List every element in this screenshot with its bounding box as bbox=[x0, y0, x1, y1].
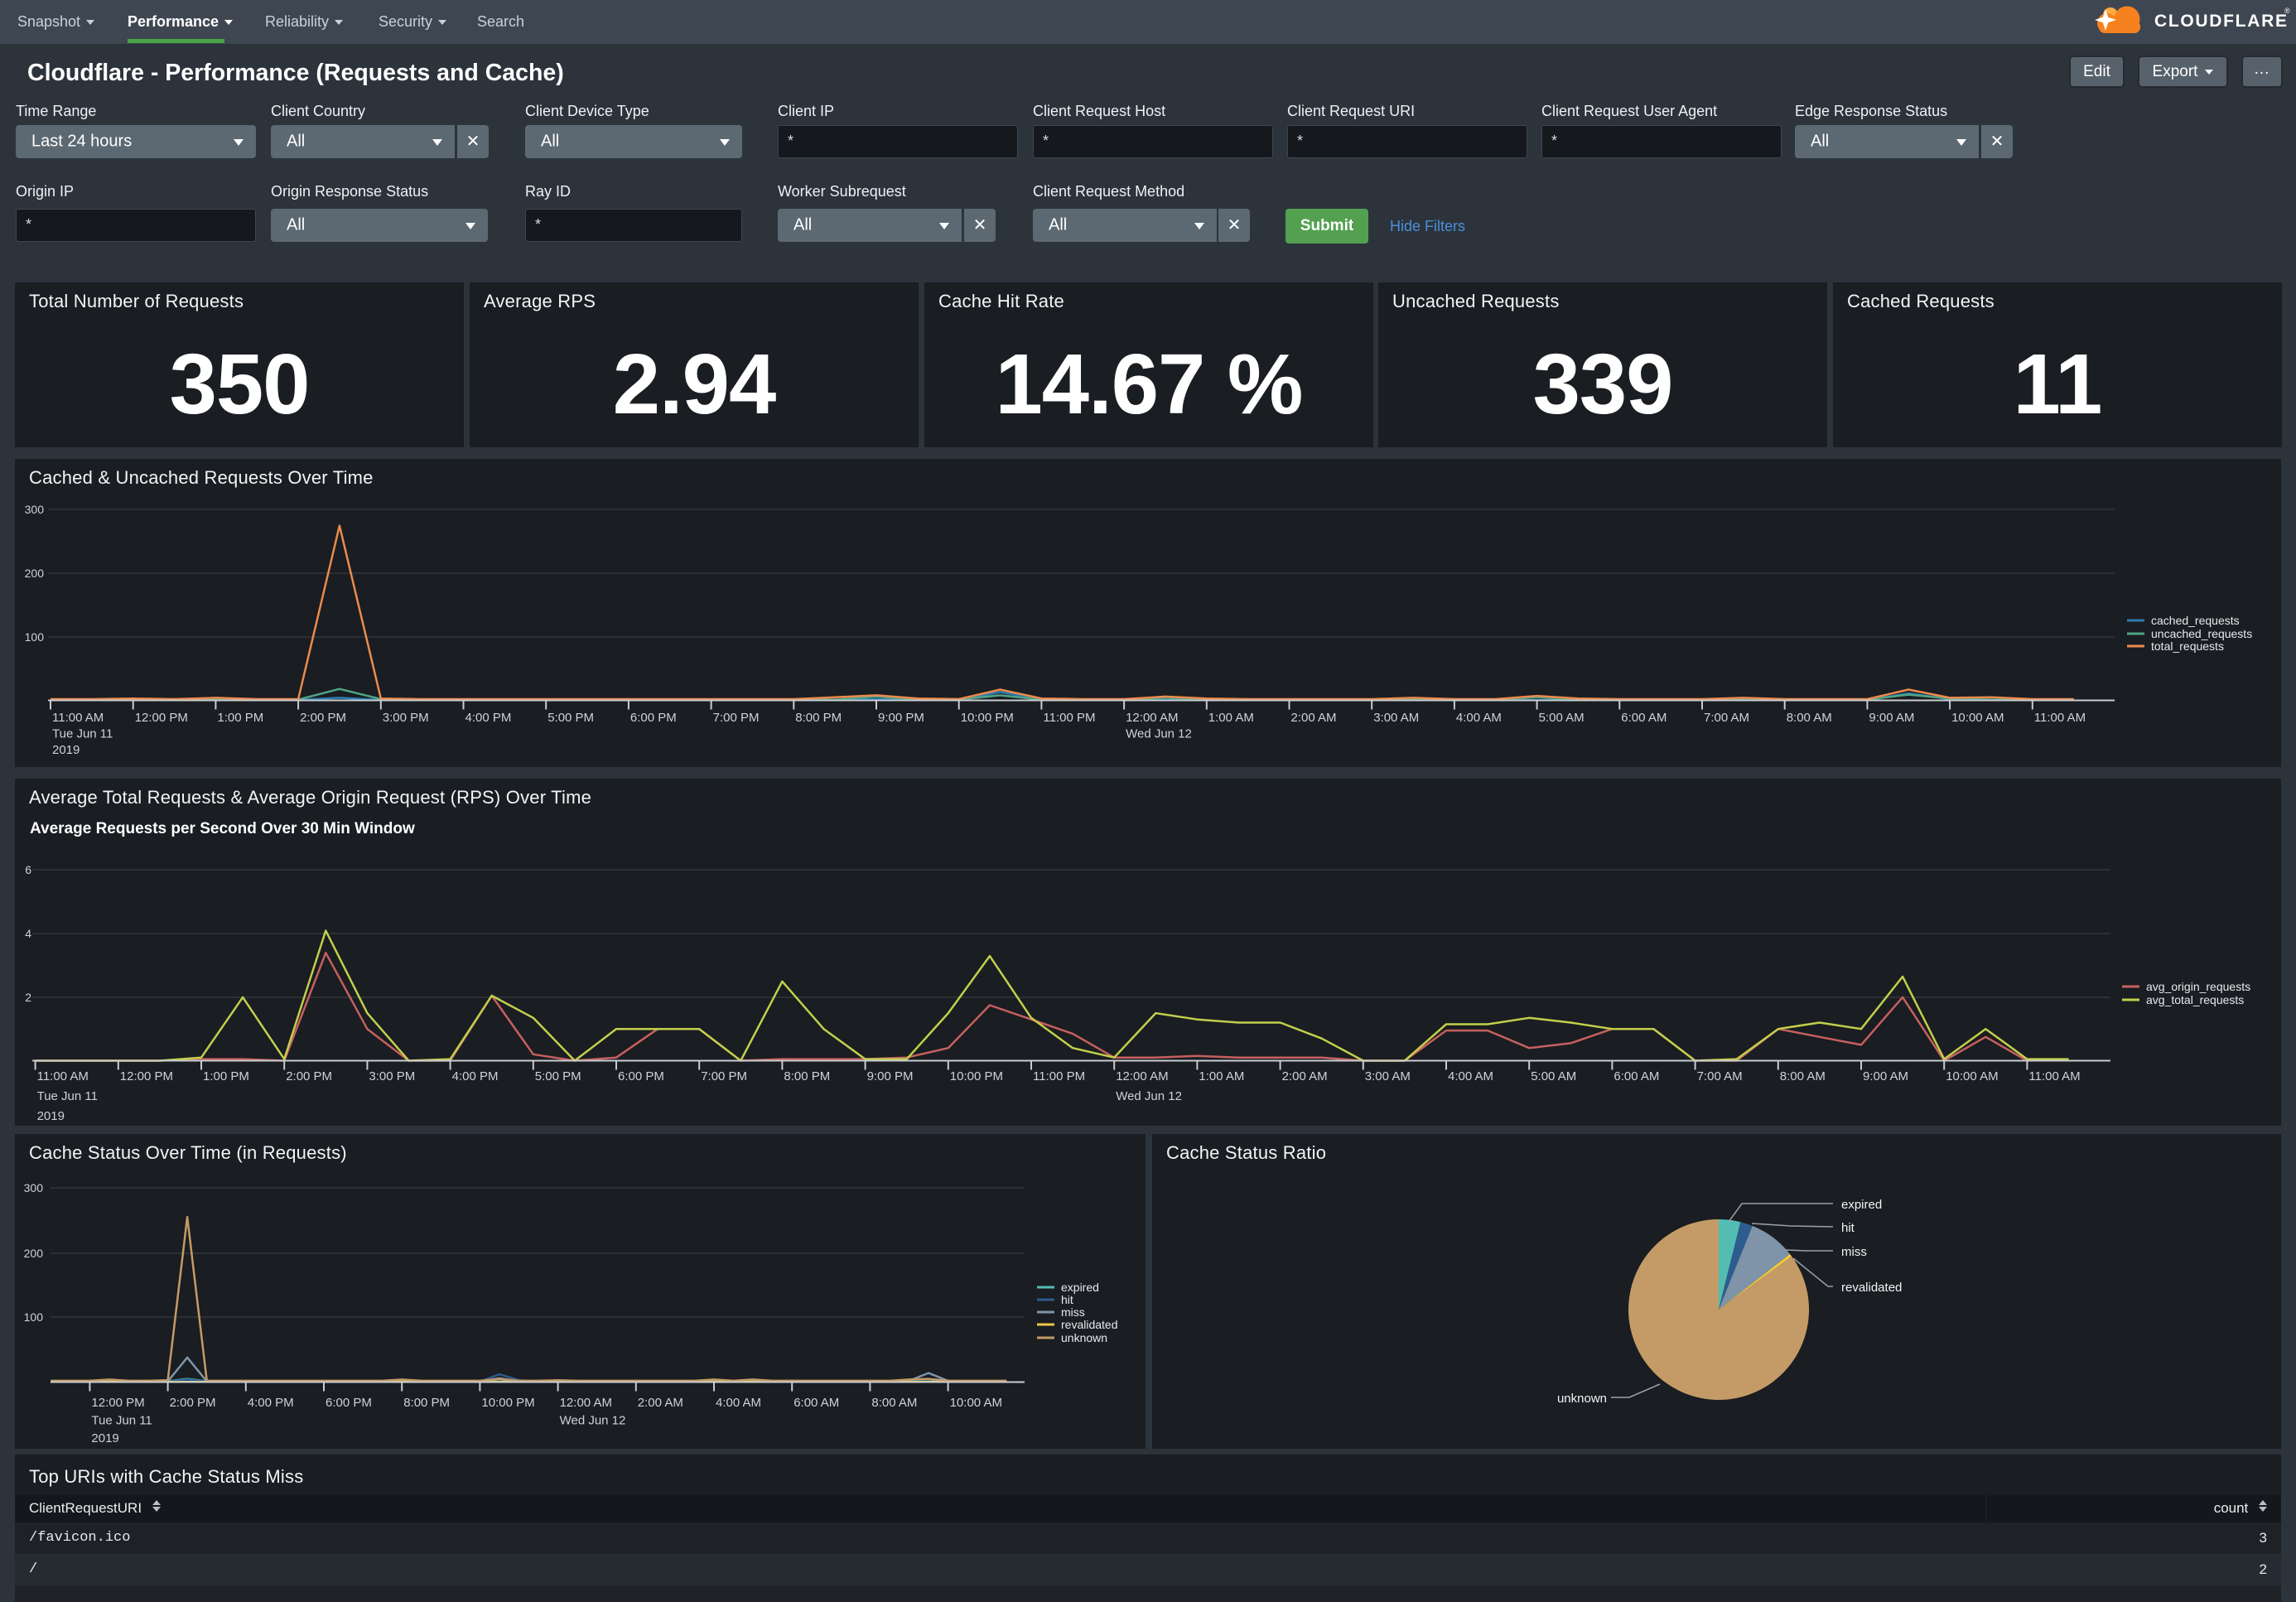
svg-text:6: 6 bbox=[25, 863, 31, 876]
svg-text:hit: hit bbox=[1841, 1221, 1855, 1235]
svg-text:1:00 AM: 1:00 AM bbox=[1208, 711, 1254, 725]
svg-text:miss: miss bbox=[1061, 1305, 1085, 1319]
svg-text:2: 2 bbox=[25, 991, 31, 1004]
svg-text:11:00 AM: 11:00 AM bbox=[2028, 1069, 2080, 1083]
svg-text:2019: 2019 bbox=[91, 1431, 118, 1445]
svg-text:6:00 PM: 6:00 PM bbox=[326, 1396, 372, 1410]
svg-text:200: 200 bbox=[24, 1247, 44, 1260]
svg-text:Tue Jun 11: Tue Jun 11 bbox=[91, 1414, 152, 1428]
svg-text:11:00 AM: 11:00 AM bbox=[37, 1069, 89, 1083]
svg-text:revalidated: revalidated bbox=[1061, 1318, 1118, 1331]
svg-text:8:00 AM: 8:00 AM bbox=[1787, 711, 1832, 725]
svg-text:12:00 AM: 12:00 AM bbox=[1126, 711, 1178, 725]
svg-text:2:00 AM: 2:00 AM bbox=[1291, 711, 1337, 725]
svg-text:unknown: unknown bbox=[1557, 1392, 1607, 1406]
svg-text:avg_origin_requests: avg_origin_requests bbox=[2146, 980, 2250, 993]
svg-text:300: 300 bbox=[25, 503, 45, 516]
svg-text:total_requests: total_requests bbox=[2151, 639, 2224, 653]
svg-text:5:00 AM: 5:00 AM bbox=[1539, 711, 1585, 725]
svg-text:2019: 2019 bbox=[52, 743, 80, 757]
svg-text:9:00 AM: 9:00 AM bbox=[1869, 711, 1914, 725]
svg-text:8:00 AM: 8:00 AM bbox=[1780, 1069, 1826, 1083]
svg-text:Tue Jun 11: Tue Jun 11 bbox=[37, 1089, 98, 1103]
svg-text:12:00 PM: 12:00 PM bbox=[120, 1069, 173, 1083]
svg-text:10:00 PM: 10:00 PM bbox=[950, 1069, 1003, 1083]
svg-text:9:00 AM: 9:00 AM bbox=[1863, 1069, 1908, 1083]
svg-text:1:00 AM: 1:00 AM bbox=[1199, 1069, 1244, 1083]
svg-text:5:00 PM: 5:00 PM bbox=[535, 1069, 581, 1083]
svg-text:4:00 AM: 4:00 AM bbox=[1456, 711, 1502, 725]
svg-text:2:00 PM: 2:00 PM bbox=[170, 1396, 216, 1410]
svg-text:3:00 AM: 3:00 AM bbox=[1365, 1069, 1411, 1083]
svg-text:10:00 PM: 10:00 PM bbox=[961, 711, 1014, 725]
svg-text:2:00 PM: 2:00 PM bbox=[300, 711, 346, 725]
svg-text:6:00 PM: 6:00 PM bbox=[630, 711, 677, 725]
svg-text:Wed Jun 12: Wed Jun 12 bbox=[560, 1414, 626, 1428]
svg-text:Wed Jun 12: Wed Jun 12 bbox=[1116, 1089, 1182, 1103]
svg-text:2:00 AM: 2:00 AM bbox=[638, 1396, 683, 1410]
svg-text:10:00 AM: 10:00 AM bbox=[1951, 711, 2004, 725]
svg-text:cached_requests: cached_requests bbox=[2151, 614, 2240, 627]
svg-text:1:00 PM: 1:00 PM bbox=[203, 1069, 249, 1083]
svg-text:2:00 AM: 2:00 AM bbox=[1282, 1069, 1328, 1083]
svg-text:Tue Jun 11: Tue Jun 11 bbox=[52, 727, 113, 741]
svg-text:CLOUDFLARE: CLOUDFLARE bbox=[2154, 12, 2289, 31]
svg-text:8:00 PM: 8:00 PM bbox=[795, 711, 842, 725]
svg-text:4: 4 bbox=[25, 927, 31, 940]
svg-text:2019: 2019 bbox=[37, 1109, 65, 1123]
svg-text:100: 100 bbox=[25, 630, 45, 644]
svg-text:11:00 PM: 11:00 PM bbox=[1033, 1069, 1085, 1083]
svg-text:3:00 PM: 3:00 PM bbox=[383, 711, 429, 725]
svg-text:11:00 PM: 11:00 PM bbox=[1043, 711, 1095, 725]
svg-text:9:00 PM: 9:00 PM bbox=[878, 711, 924, 725]
svg-text:4:00 PM: 4:00 PM bbox=[452, 1069, 499, 1083]
svg-text:4:00 AM: 4:00 AM bbox=[1448, 1069, 1493, 1083]
svg-text:200: 200 bbox=[25, 567, 45, 580]
svg-text:3:00 AM: 3:00 AM bbox=[1373, 711, 1419, 725]
svg-text:12:00 PM: 12:00 PM bbox=[91, 1396, 144, 1410]
svg-text:5:00 AM: 5:00 AM bbox=[1531, 1069, 1576, 1083]
svg-text:uncached_requests: uncached_requests bbox=[2151, 627, 2252, 640]
svg-text:300: 300 bbox=[24, 1181, 44, 1194]
svg-text:7:00 AM: 7:00 AM bbox=[1704, 711, 1749, 725]
svg-text:miss: miss bbox=[1841, 1245, 1867, 1259]
svg-text:4:00 PM: 4:00 PM bbox=[465, 711, 512, 725]
svg-text:expired: expired bbox=[1061, 1281, 1099, 1294]
svg-text:avg_total_requests: avg_total_requests bbox=[2146, 993, 2244, 1006]
svg-text:6:00 PM: 6:00 PM bbox=[618, 1069, 664, 1083]
svg-text:12:00 AM: 12:00 AM bbox=[560, 1396, 612, 1410]
svg-text:hit: hit bbox=[1061, 1293, 1073, 1306]
svg-text:7:00 PM: 7:00 PM bbox=[701, 1069, 747, 1083]
svg-text:6:00 AM: 6:00 AM bbox=[1621, 711, 1667, 725]
svg-text:Wed Jun 12: Wed Jun 12 bbox=[1126, 727, 1192, 741]
svg-text:6:00 AM: 6:00 AM bbox=[1613, 1069, 1659, 1083]
svg-text:12:00 PM: 12:00 PM bbox=[135, 711, 188, 725]
svg-text:9:00 PM: 9:00 PM bbox=[867, 1069, 914, 1083]
svg-text:3:00 PM: 3:00 PM bbox=[369, 1069, 415, 1083]
svg-text:7:00 AM: 7:00 AM bbox=[1697, 1069, 1743, 1083]
svg-text:10:00 PM: 10:00 PM bbox=[481, 1396, 534, 1410]
svg-text:unknown: unknown bbox=[1061, 1331, 1107, 1344]
svg-text:®: ® bbox=[2284, 7, 2290, 15]
svg-text:6:00 AM: 6:00 AM bbox=[793, 1396, 839, 1410]
svg-text:100: 100 bbox=[24, 1310, 44, 1324]
svg-text:12:00 AM: 12:00 AM bbox=[1116, 1069, 1168, 1083]
svg-text:revalidated: revalidated bbox=[1841, 1281, 1902, 1295]
svg-text:8:00 PM: 8:00 PM bbox=[403, 1396, 450, 1410]
svg-text:10:00 AM: 10:00 AM bbox=[1946, 1069, 1998, 1083]
svg-text:11:00 AM: 11:00 AM bbox=[2034, 711, 2086, 725]
svg-text:2:00 PM: 2:00 PM bbox=[286, 1069, 332, 1083]
svg-text:8:00 AM: 8:00 AM bbox=[871, 1396, 917, 1410]
svg-text:10:00 AM: 10:00 AM bbox=[950, 1396, 1002, 1410]
svg-text:4:00 PM: 4:00 PM bbox=[248, 1396, 294, 1410]
svg-text:5:00 PM: 5:00 PM bbox=[547, 711, 594, 725]
svg-text:1:00 PM: 1:00 PM bbox=[217, 711, 263, 725]
svg-text:4:00 AM: 4:00 AM bbox=[716, 1396, 761, 1410]
svg-text:7:00 PM: 7:00 PM bbox=[713, 711, 760, 725]
svg-text:11:00 AM: 11:00 AM bbox=[52, 711, 104, 725]
svg-text:expired: expired bbox=[1841, 1198, 1882, 1212]
svg-text:8:00 PM: 8:00 PM bbox=[784, 1069, 830, 1083]
